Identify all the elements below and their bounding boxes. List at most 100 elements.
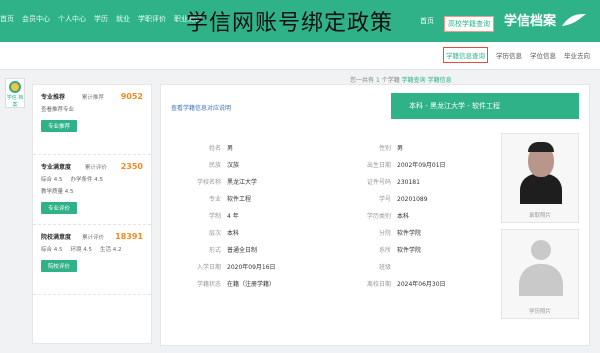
field-key: 学籍状态 bbox=[196, 281, 221, 288]
field-value: 黑龙江大学 bbox=[227, 179, 258, 186]
logo[interactable]: 学信档案 bbox=[504, 10, 588, 29]
field-value: 软件学院 bbox=[397, 247, 422, 254]
breadcrumb: 您一共有 1 个学籍 学籍查询 学籍信息 bbox=[350, 75, 452, 84]
admission-photo: 录取照片 bbox=[501, 133, 579, 223]
field-key: 形式 bbox=[208, 247, 221, 254]
field-key: 层次 bbox=[208, 230, 221, 237]
field-row: 学制 4 年 bbox=[173, 211, 333, 220]
subnav-item[interactable]: 学历信息 bbox=[496, 50, 522, 63]
info-hint-link[interactable]: 查看学籍信息对应说明 bbox=[171, 103, 231, 112]
top-bar: 首页 会员中心 个人中心 学历 就业 学职评价 职业测试 首页 高校学籍查询 学… bbox=[0, 0, 600, 42]
field-key: 姓名 bbox=[208, 145, 221, 152]
student-status-panel: 查看学籍信息对应说明 本科 - 黑龙江大学 - 软件工程 姓名男 性别男 民族汉… bbox=[160, 84, 590, 346]
top-link[interactable]: 就业 bbox=[116, 14, 130, 24]
field-row: 出生日期 2002年09月01日 bbox=[343, 160, 503, 169]
field-key: 专业 bbox=[208, 196, 221, 203]
logo-wing-icon bbox=[562, 13, 586, 26]
field-value: 软件学院 bbox=[397, 230, 422, 237]
field-value: 本科 bbox=[227, 230, 240, 237]
field-row: 学历类别 本科 bbox=[343, 211, 503, 220]
school-rate-button[interactable]: 院校评价 bbox=[41, 260, 78, 272]
field-row: 层次 本科 bbox=[173, 228, 333, 237]
field-key: 班级 bbox=[378, 264, 391, 271]
section-label: 累计推荐 bbox=[81, 95, 104, 101]
section-title: 院校满意度 bbox=[41, 234, 72, 241]
section-count: 18391 bbox=[115, 232, 143, 241]
degree-photo: 学历照片 bbox=[501, 229, 579, 319]
top-links: 首页 会员中心 个人中心 学历 就业 学职评价 职业测试 bbox=[0, 14, 202, 24]
logo-text: 学信档案 bbox=[503, 14, 556, 29]
recommend-button[interactable]: 专业推荐 bbox=[41, 120, 78, 132]
crumb-count: 1 bbox=[375, 77, 380, 84]
section-label: 累计评价 bbox=[82, 235, 105, 241]
sidebar-badge[interactable]: 学信 档案 bbox=[5, 78, 25, 108]
rating-line: 综合 4.5 bbox=[41, 247, 63, 253]
field-row: 班级 bbox=[343, 262, 503, 271]
sub-nav: 学籍信息查询 学历信息 学位信息 毕业去向 bbox=[0, 42, 600, 70]
field-value: 男 bbox=[227, 145, 234, 152]
left-panel: 专业推荐 累计推荐 9052 查看推荐专业 专业推荐 专业满意度 累计评价 2350 综… bbox=[32, 84, 152, 344]
field-key: 入学日期 bbox=[196, 264, 221, 271]
rating-line: 办学条件 4.5 bbox=[70, 177, 104, 183]
top-link[interactable]: 个人中心 bbox=[58, 14, 86, 24]
subnav-item[interactable]: 毕业去向 bbox=[564, 50, 590, 63]
field-row: 姓名男 bbox=[173, 143, 333, 152]
subnav-item[interactable]: 学籍信息查询 bbox=[443, 47, 488, 63]
rating-line: 综合 4.5 bbox=[41, 177, 63, 183]
section-count: 9052 bbox=[120, 92, 143, 101]
field-row: 民族 汉族 bbox=[173, 160, 333, 169]
field-row: 证件号码 230181 bbox=[343, 177, 503, 186]
major-satisfaction-section: 专业满意度 累计评价 2350 综合 4.5 办学条件 4.5 教学质量 4.5 专业… bbox=[33, 155, 151, 225]
field-row: 入学日期 2020年09月16日 bbox=[173, 262, 333, 271]
field-value: 普通全日制 bbox=[227, 247, 258, 254]
field-key: 性别 bbox=[378, 145, 391, 152]
recommend-section: 专业推荐 累计推荐 9052 查看推荐专业 专业推荐 bbox=[33, 85, 151, 155]
photo-label: 学历照片 bbox=[528, 309, 551, 315]
top-link[interactable]: 首页 bbox=[0, 14, 14, 24]
field-value: 在籍（注册学籍） bbox=[227, 281, 276, 288]
field-row: 分院 软件学院 bbox=[343, 228, 503, 237]
avatar-placeholder-icon bbox=[519, 240, 563, 300]
field-key: 学号 bbox=[378, 196, 391, 203]
student-photo bbox=[520, 142, 562, 204]
rating-line: 生活 4.2 bbox=[100, 247, 122, 253]
field-row: 学号 20201089 bbox=[343, 194, 503, 203]
crumb-link[interactable]: 学籍查询 bbox=[402, 77, 426, 84]
section-count: 2350 bbox=[120, 162, 143, 171]
nav-home[interactable]: 首页 bbox=[420, 16, 434, 32]
section-label: 累计评价 bbox=[84, 165, 107, 171]
rating-line: 教学质量 4.5 bbox=[41, 189, 74, 195]
field-value: 2020年09月16日 bbox=[227, 264, 276, 271]
crumb-link[interactable]: 学籍信息 bbox=[428, 77, 452, 84]
field-key: 分院 bbox=[378, 230, 391, 237]
field-key: 学校名称 bbox=[196, 179, 221, 186]
field-value: 男 bbox=[397, 145, 404, 152]
photo-label: 录取照片 bbox=[528, 213, 551, 219]
subnav-item[interactable]: 学位信息 bbox=[530, 50, 556, 63]
top-link[interactable]: 学历 bbox=[94, 14, 108, 24]
field-value: 20201089 bbox=[397, 196, 428, 203]
top-link[interactable]: 会员中心 bbox=[22, 14, 50, 24]
field-key: 系所 bbox=[378, 247, 391, 254]
field-value: 2024年06月30日 bbox=[397, 281, 446, 288]
section-line: 查看推荐专业 bbox=[41, 107, 75, 113]
section-title: 专业推荐 bbox=[41, 94, 66, 101]
field-row: 学籍状态 在籍（注册学籍） bbox=[173, 279, 333, 288]
nav-student-status[interactable]: 高校学籍查询 bbox=[444, 16, 494, 32]
field-row: 专业 软件工程 bbox=[173, 194, 333, 203]
field-key: 离校日期 bbox=[366, 281, 391, 288]
info-fields: 姓名男 性别男 民族 汉族 出生日期 2002年09月01日 学校名称 黑龙江大学 证… bbox=[173, 143, 503, 288]
field-row: 学校名称 黑龙江大学 bbox=[173, 177, 333, 186]
field-key: 出生日期 bbox=[366, 162, 391, 169]
field-row: 性别男 bbox=[343, 143, 503, 152]
field-row: 形式 普通全日制 bbox=[173, 245, 333, 254]
crumb-prefix: 您一共有 bbox=[350, 77, 375, 84]
field-key: 证件号码 bbox=[366, 179, 391, 186]
field-value: 汉族 bbox=[227, 162, 240, 169]
section-title: 专业满意度 bbox=[41, 164, 72, 171]
top-link[interactable]: 学职评价 bbox=[138, 14, 166, 24]
crumb-unit: 个学籍 bbox=[381, 77, 400, 84]
field-value: 本科 bbox=[397, 213, 410, 220]
field-row: 离校日期 2024年06月30日 bbox=[343, 279, 503, 288]
major-rate-button[interactable]: 专业评价 bbox=[41, 202, 78, 214]
